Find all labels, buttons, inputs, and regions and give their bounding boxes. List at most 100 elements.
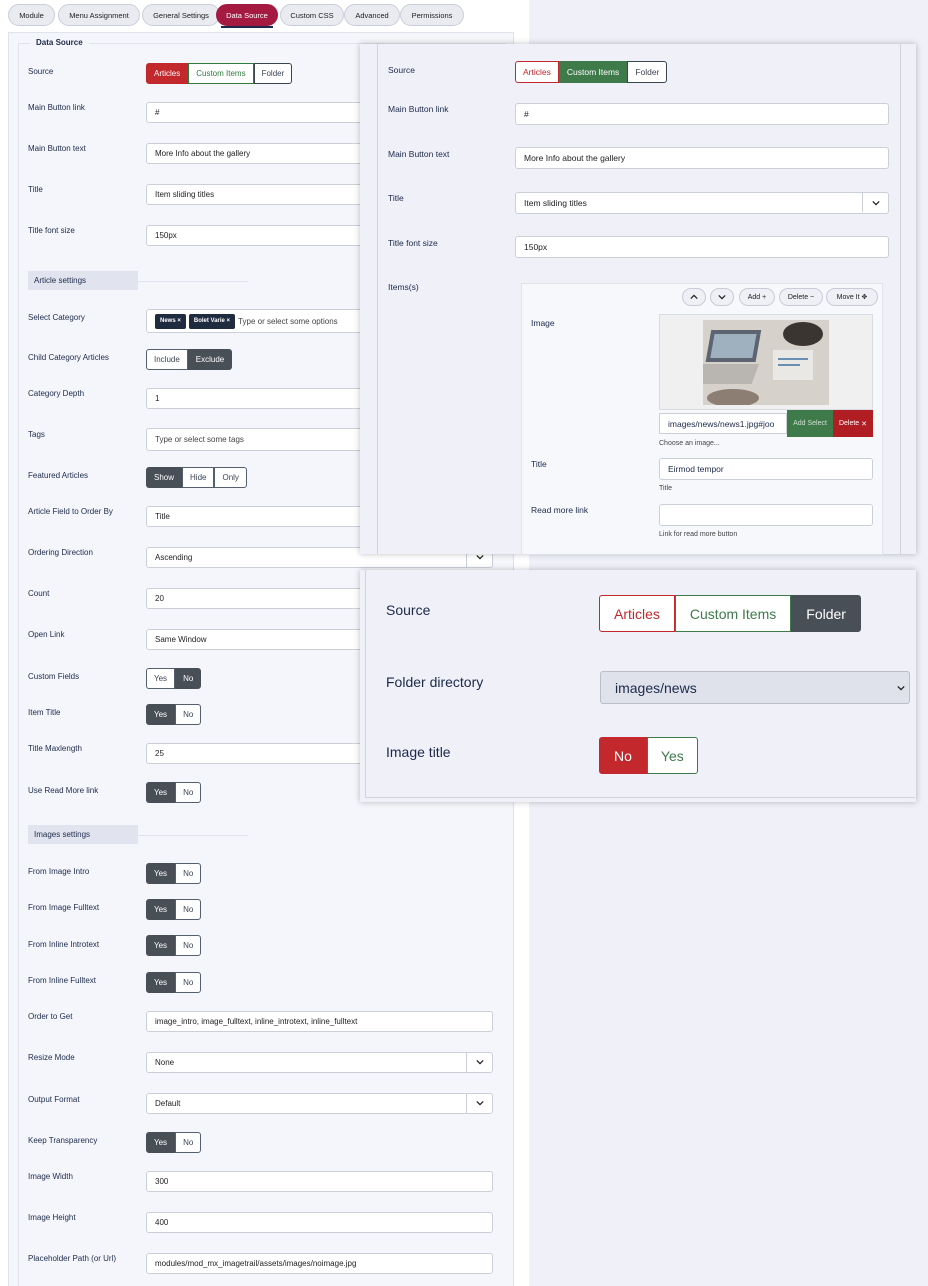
minus-icon: − bbox=[808, 293, 815, 301]
no-button[interactable]: No bbox=[175, 863, 202, 884]
overlay-source-label: Source bbox=[388, 65, 415, 75]
overlay-main-button-text-label: Main Button text bbox=[388, 149, 450, 159]
move-up-button[interactable] bbox=[682, 288, 706, 306]
item-title-label: Item Title bbox=[28, 708, 61, 717]
image-path-input[interactable]: images/news/news1.jpg#joo bbox=[659, 413, 787, 434]
move-down-button[interactable] bbox=[710, 288, 734, 306]
folder-folder-button[interactable]: Folder bbox=[791, 595, 861, 632]
read-more-link-input[interactable] bbox=[659, 504, 873, 526]
source-custom-items-button[interactable]: Custom Items bbox=[188, 63, 254, 84]
chevron-down-icon bbox=[476, 554, 484, 560]
move-it-button[interactable]: Move It ✥ bbox=[826, 288, 878, 306]
show-button[interactable]: Show bbox=[146, 467, 183, 488]
yes-button[interactable]: Yes bbox=[146, 972, 176, 993]
overlay-title-font-size-input[interactable]: 150px bbox=[515, 236, 889, 258]
category-chip[interactable]: Bolet Varie × bbox=[188, 313, 236, 329]
from-inline-introtext-label: From Inline Introtext bbox=[28, 940, 100, 949]
yes-button[interactable]: Yes bbox=[146, 935, 176, 956]
no-button[interactable]: No bbox=[175, 972, 202, 993]
hide-button[interactable]: Hide bbox=[182, 467, 215, 488]
placeholder-path-input[interactable]: modules/mod_mx_imagetrail/assets/images/… bbox=[146, 1253, 493, 1274]
delete-item-button[interactable]: Delete − bbox=[779, 288, 823, 306]
yes-button[interactable]: Yes bbox=[146, 863, 176, 884]
from-inline-introtext-toggle: Yes No bbox=[146, 935, 202, 956]
folder-source-label: Source bbox=[386, 602, 431, 618]
category-depth-label: Category Depth bbox=[28, 389, 85, 398]
add-item-button[interactable]: Add + bbox=[739, 288, 775, 306]
yes-button[interactable]: Yes bbox=[146, 668, 176, 689]
ordering-direction-label: Ordering Direction bbox=[28, 548, 93, 557]
no-button[interactable]: No bbox=[175, 935, 202, 956]
keep-transparency-toggle: Yes No bbox=[146, 1132, 202, 1153]
tab-general-settings[interactable]: General Settings bbox=[142, 4, 220, 26]
category-chip[interactable]: News × bbox=[155, 313, 186, 329]
tab-advanced[interactable]: Advanced bbox=[344, 4, 400, 26]
no-button[interactable]: No bbox=[175, 668, 202, 689]
add-select-button[interactable]: Add Select bbox=[787, 410, 833, 437]
move-icon: ✥ bbox=[859, 294, 868, 301]
yes-button[interactable]: Yes bbox=[146, 899, 176, 920]
tab-menu-assignment[interactable]: Menu Assignment bbox=[58, 4, 140, 26]
yes-button[interactable]: Yes bbox=[146, 704, 176, 725]
tab-data-source[interactable]: Data Source bbox=[216, 4, 278, 28]
delete-label: Delete bbox=[787, 293, 809, 301]
from-image-fulltext-toggle: Yes No bbox=[146, 899, 202, 920]
output-format-select[interactable]: Default bbox=[146, 1093, 493, 1114]
overlay-articles-button[interactable]: Articles bbox=[515, 61, 559, 83]
items-label: Items(s) bbox=[388, 282, 419, 292]
overlay-title-select[interactable]: Item sliding titles bbox=[515, 192, 889, 214]
delete-image-button[interactable]: Delete ✕ bbox=[833, 410, 873, 437]
source-articles-button[interactable]: Articles bbox=[146, 63, 189, 84]
item-title-toggle: Yes No bbox=[146, 704, 202, 725]
item-title-field-label: Title bbox=[531, 459, 547, 469]
only-button[interactable]: Only bbox=[214, 467, 247, 488]
yes-button[interactable]: Yes bbox=[146, 1132, 176, 1153]
resize-mode-select[interactable]: None bbox=[146, 1052, 493, 1073]
tab-custom-css[interactable]: Custom CSS bbox=[280, 4, 344, 26]
overlay-custom-items-button[interactable]: Custom Items bbox=[558, 61, 628, 83]
tags-label: Tags bbox=[28, 430, 45, 439]
delete-image-label: Delete bbox=[838, 420, 860, 427]
close-icon: ✕ bbox=[859, 420, 868, 428]
include-button[interactable]: Include bbox=[146, 349, 188, 370]
no-button[interactable]: No bbox=[175, 1132, 202, 1153]
exclude-button[interactable]: Exclude bbox=[187, 349, 233, 370]
no-button[interactable]: No bbox=[175, 782, 202, 803]
item-title-input[interactable]: Eirmod tempor bbox=[659, 458, 873, 480]
chevron-down-icon bbox=[718, 294, 726, 300]
image-height-input[interactable]: 400 bbox=[146, 1212, 493, 1233]
from-image-fulltext-label: From Image Fulltext bbox=[28, 903, 100, 912]
folder-directory-select[interactable]: images/news bbox=[600, 671, 910, 704]
image-title-label: Image title bbox=[386, 744, 451, 760]
folder-custom-items-button[interactable]: Custom Items bbox=[674, 595, 792, 632]
overlay-folder-button[interactable]: Folder bbox=[627, 61, 668, 83]
chevron-down-icon bbox=[476, 1100, 484, 1106]
image-width-label: Image Width bbox=[28, 1172, 73, 1181]
order-by-label: Article Field to Order By bbox=[28, 507, 113, 516]
folder-directory-label: Folder directory bbox=[386, 674, 484, 690]
no-button[interactable]: No bbox=[175, 899, 202, 920]
from-image-intro-toggle: Yes No bbox=[146, 863, 202, 884]
order-to-get-input[interactable]: image_intro, image_fulltext, inline_intr… bbox=[146, 1011, 493, 1032]
source-folder-button[interactable]: Folder bbox=[253, 63, 293, 84]
resize-mode-label: Resize Mode bbox=[28, 1053, 75, 1062]
image-width-input[interactable]: 300 bbox=[146, 1171, 493, 1192]
image-title-yes-button[interactable]: Yes bbox=[646, 737, 698, 774]
overlay-main-button-text-input[interactable]: More Info about the gallery bbox=[515, 147, 889, 169]
tab-permissions[interactable]: Permissions bbox=[400, 4, 464, 26]
folder-articles-button[interactable]: Articles bbox=[599, 595, 675, 632]
images-settings-heading: Images settings bbox=[28, 825, 138, 844]
chevron-down-icon bbox=[897, 685, 905, 691]
custom-fields-toggle: Yes No bbox=[146, 668, 202, 689]
yes-button[interactable]: Yes bbox=[146, 782, 176, 803]
child-category-toggle: Include Exclude bbox=[146, 349, 233, 370]
laptop-photo-icon bbox=[681, 320, 829, 407]
article-settings-heading: Article settings bbox=[28, 271, 138, 290]
tab-module[interactable]: Module bbox=[8, 4, 55, 26]
choose-image-hint: Choose an image... bbox=[659, 440, 720, 447]
no-button[interactable]: No bbox=[175, 704, 202, 725]
overlay-title-label: Title bbox=[388, 193, 404, 203]
output-format-value: Default bbox=[155, 1099, 181, 1108]
overlay-main-button-link-input[interactable]: # bbox=[515, 103, 889, 125]
image-title-no-button[interactable]: No bbox=[599, 737, 647, 774]
